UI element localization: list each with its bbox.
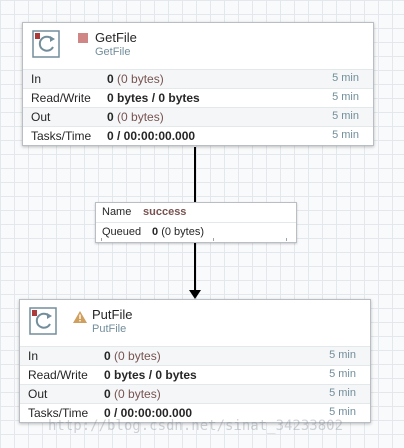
stat-time: 5 min — [332, 72, 359, 84]
processor-type: PutFile — [92, 323, 127, 335]
stat-read-write: Read/Write 0 bytes / 0 bytes 5 min — [23, 89, 373, 108]
stat-time: 5 min — [329, 349, 356, 361]
processor-header: PutFile PutFile — [20, 300, 370, 347]
processor-getfile[interactable]: GetFile GetFile In 0 (0 bytes) 5 min Rea… — [22, 22, 374, 146]
connection-name-row: Name success — [96, 203, 296, 222]
stat-label: In — [31, 72, 42, 86]
stat-time: 5 min — [332, 110, 359, 122]
processor-type: GetFile — [95, 46, 131, 58]
stat-value: 0 (0 bytes) — [104, 349, 161, 363]
processor-icon — [29, 307, 57, 335]
connection-queued-row: Queued 0 (0 bytes) — [96, 222, 296, 242]
stat-time: 5 min — [329, 368, 356, 380]
stat-label: Out — [31, 110, 51, 124]
stat-value: 0 / 00:00:00.000 — [107, 129, 196, 143]
stat-value: 0 (0 bytes) — [107, 110, 164, 124]
stat-tasks: Tasks/Time 0 / 00:00:00.000 5 min — [23, 127, 373, 145]
stat-in: In 0 (0 bytes) 5 min — [23, 70, 373, 89]
stat-value: 0 (0 bytes) — [104, 387, 161, 401]
stat-time: 5 min — [332, 129, 359, 141]
connection-queued-value: 0 (0 bytes) — [152, 226, 204, 238]
processor-name: PutFile — [92, 307, 133, 322]
processor-header: GetFile GetFile — [23, 23, 373, 70]
connection-name-label: Name — [102, 206, 132, 218]
stat-out: Out 0 (0 bytes) 5 min — [20, 385, 370, 404]
stat-value: 0 (0 bytes) — [107, 72, 164, 86]
stat-label: Read/Write — [31, 91, 91, 105]
stat-read-write: Read/Write 0 bytes / 0 bytes 5 min — [20, 366, 370, 385]
stat-label: Tasks/Time — [31, 129, 92, 143]
processor-putfile[interactable]: PutFile PutFile In 0 (0 bytes) 5 min Rea… — [19, 299, 371, 423]
stat-in: In 0 (0 bytes) 5 min — [20, 347, 370, 366]
connection-label[interactable]: Name success Queued 0 (0 bytes) — [95, 202, 297, 243]
stat-out: Out 0 (0 bytes) 5 min — [23, 108, 373, 127]
stat-time: 5 min — [329, 406, 356, 418]
stat-label: In — [28, 349, 39, 363]
stat-label: Out — [28, 387, 48, 401]
processor-icon — [32, 30, 60, 58]
stat-value: 0 bytes / 0 bytes — [104, 368, 197, 382]
stat-value: 0 bytes / 0 bytes — [107, 91, 200, 105]
warning-icon — [73, 311, 87, 323]
stopped-icon — [78, 33, 88, 43]
stat-time: 5 min — [329, 387, 356, 399]
stat-time: 5 min — [332, 91, 359, 103]
watermark: http://blog.csdn.net/sinat_34233802 — [48, 418, 344, 434]
connection-name-value: success — [143, 206, 187, 218]
backpressure-bar — [101, 238, 287, 241]
stat-label: Read/Write — [28, 368, 88, 382]
processor-name: GetFile — [95, 30, 137, 45]
connection-queued-label: Queued — [102, 226, 142, 238]
